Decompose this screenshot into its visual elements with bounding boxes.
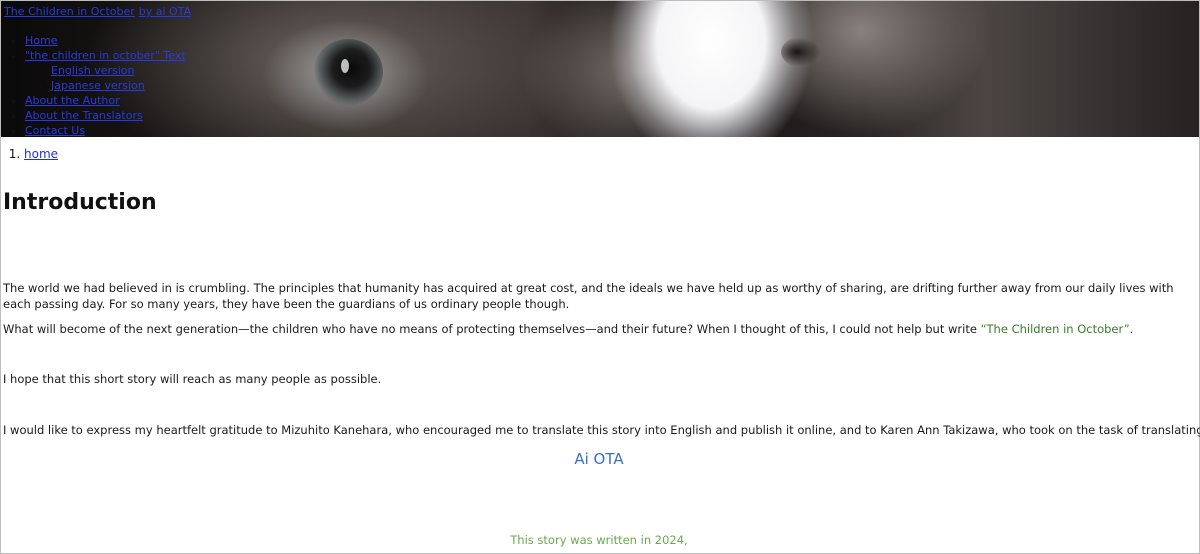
face-photo-detail (781, 37, 821, 67)
nav-item-japanese: Japanese version (51, 78, 186, 93)
nav-item-translators: About the Translators (25, 108, 186, 123)
nav-item-english: English version (51, 63, 186, 78)
eye-glint (341, 59, 349, 73)
main-nav: Home "the children in october" Text Engl… (1, 33, 186, 137)
nav-item-home: Home (25, 33, 186, 48)
site-byline[interactable]: by ai OTA (139, 5, 191, 18)
site-title-link[interactable]: The Children in October by ai OTA (4, 5, 191, 18)
written-note: This story was written in 2024, (510, 533, 688, 547)
site-title[interactable]: The Children in October (4, 5, 135, 18)
nav-submenu-text: English version Japanese version (25, 63, 186, 93)
nav-link-contact-us[interactable]: Contact Us (25, 124, 85, 137)
nav-item-text: "the children in october" Text English v… (25, 48, 186, 93)
intro-paragraph-2-text: What will become of the next generation—… (3, 322, 981, 336)
nav-link-japanese-version[interactable]: Japanese version (51, 79, 145, 92)
nav-link-home[interactable]: Home (25, 34, 57, 47)
intro-paragraph-1: The world we had believed in is crumblin… (3, 281, 1174, 311)
intro-paragraph-4: I would like to express my heartfelt gra… (3, 423, 1200, 437)
nav-link-about-author[interactable]: About the Author (25, 94, 120, 107)
breadcrumb: home (0, 147, 58, 161)
header-hero-image: The Children in October by ai OTA Home "t… (1, 1, 1199, 137)
author-signature: Ai OTA (574, 450, 624, 468)
nav-item-author: About the Author (25, 93, 186, 108)
nav-item-contact: Contact Us (25, 123, 186, 137)
story-title-highlight: “The Children in October” (980, 322, 1130, 336)
nav-link-english-version[interactable]: English version (51, 64, 135, 77)
intro-paragraph-3: I hope that this short story will reach … (3, 372, 382, 386)
eye-photo-detail (313, 39, 383, 105)
nav-link-about-translators[interactable]: About the Translators (25, 109, 143, 122)
page-title: Introduction (3, 190, 157, 215)
nav-link-text[interactable]: "the children in october" Text (25, 49, 186, 62)
breadcrumb-item: home (24, 147, 58, 161)
breadcrumb-link-home[interactable]: home (24, 147, 58, 161)
intro-paragraph-2: What will become of the next generation—… (3, 321, 1133, 337)
period: . (1129, 322, 1134, 336)
